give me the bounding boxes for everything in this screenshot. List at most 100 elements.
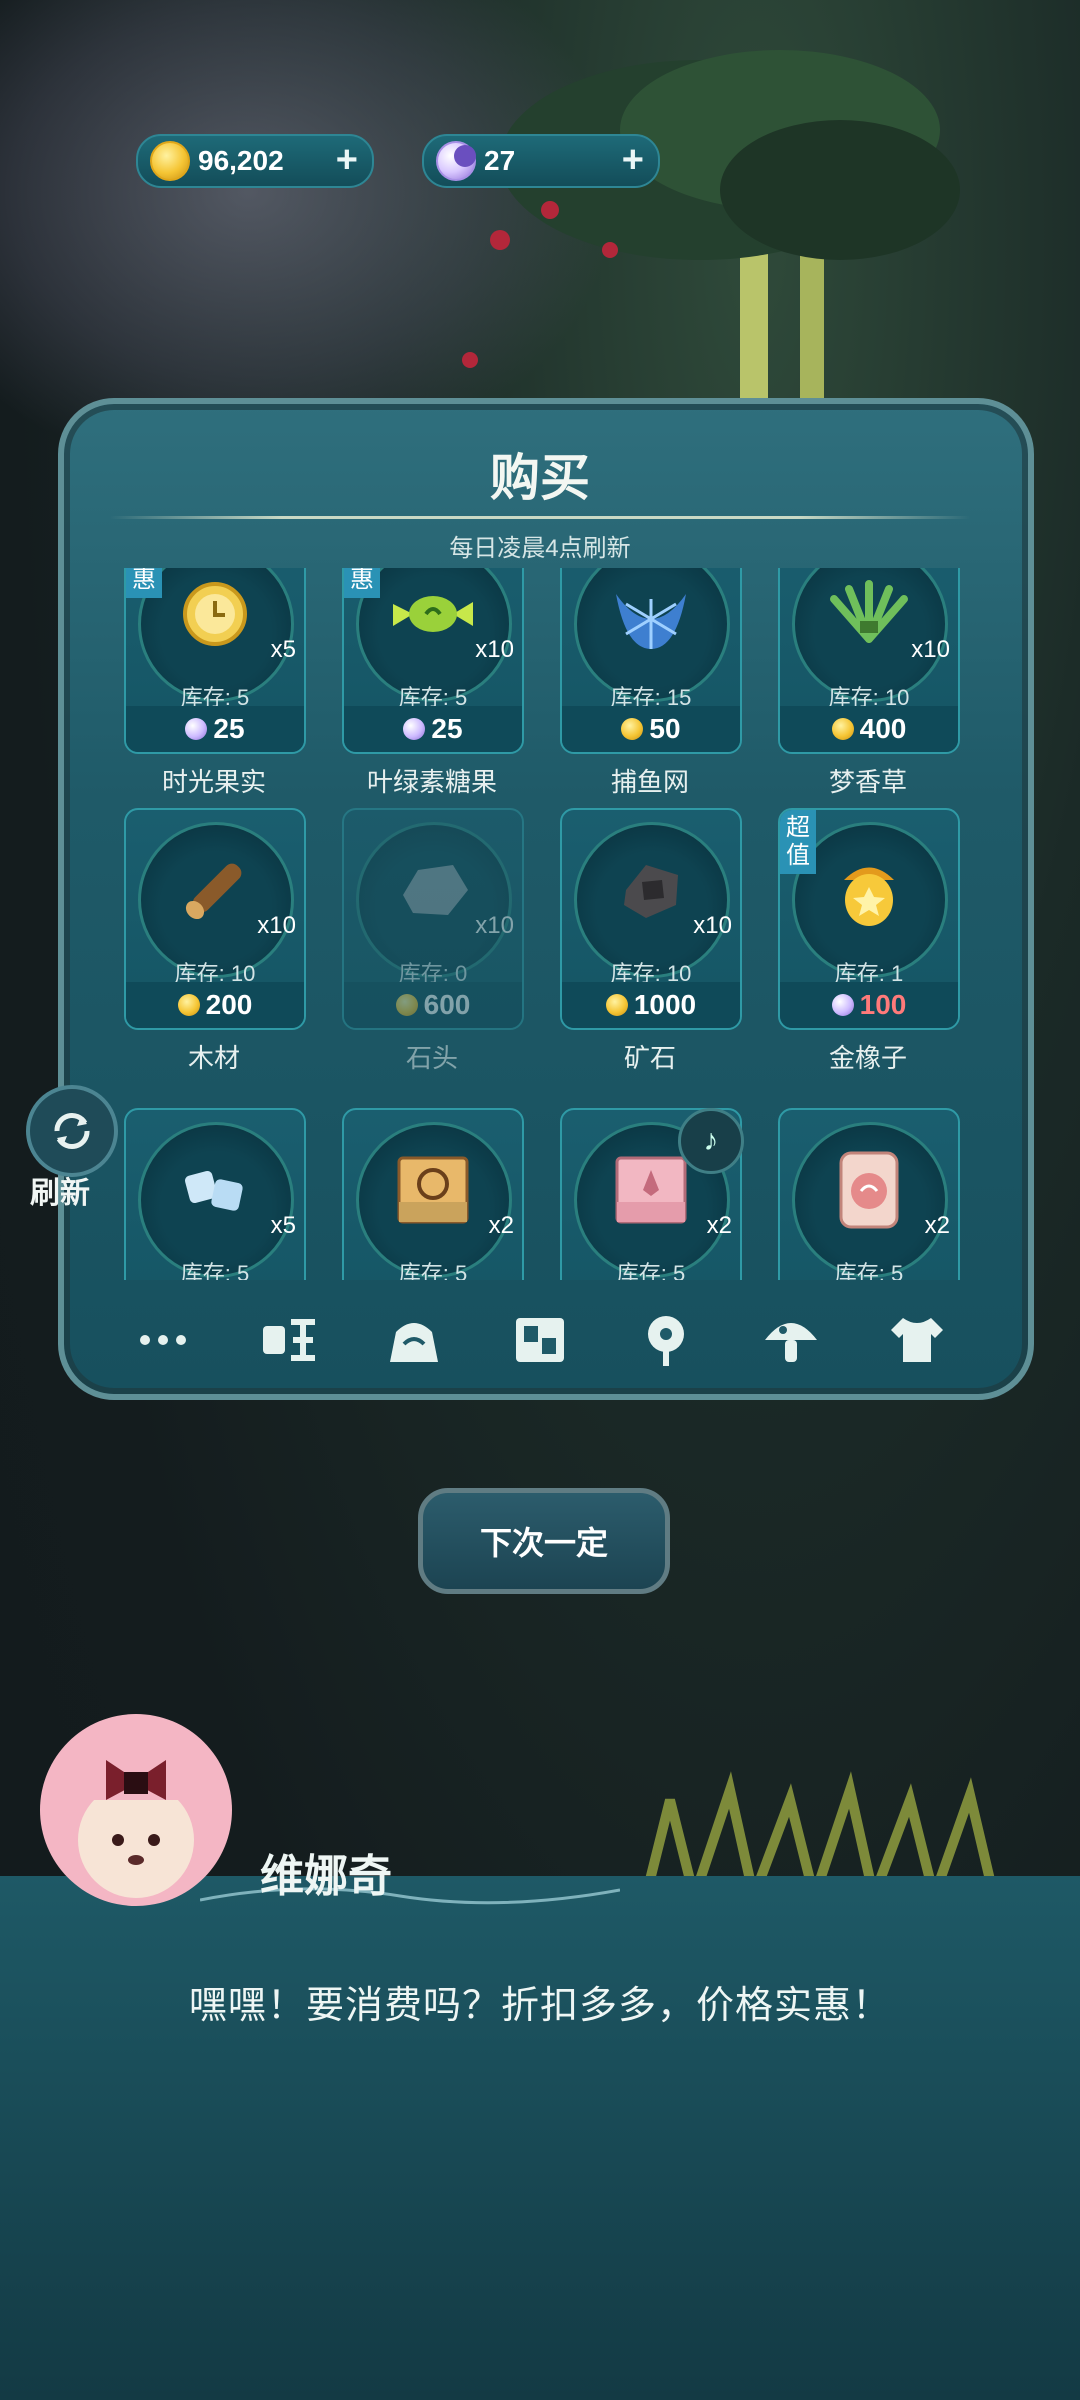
item-quantity: x10 bbox=[257, 912, 296, 939]
gold-coin-icon bbox=[395, 994, 418, 1016]
moon-gem-icon bbox=[831, 994, 854, 1016]
item-name: 叶绿素糖果 bbox=[366, 767, 497, 797]
gold-coin-icon bbox=[150, 141, 190, 181]
clothes-icon bbox=[891, 1318, 944, 1362]
tab-bag[interactable] bbox=[379, 1310, 449, 1370]
item-quantity: x10 bbox=[475, 636, 514, 663]
item-price: 50 bbox=[649, 713, 681, 744]
item-price: 400 bbox=[859, 713, 907, 744]
clock-fruit-icon bbox=[183, 582, 247, 646]
herb-bundle-icon bbox=[830, 580, 908, 643]
moon-gem-icon bbox=[436, 141, 476, 181]
ice-cube-icon bbox=[184, 1170, 243, 1211]
wood-log-icon bbox=[185, 863, 242, 920]
next-time-button[interactable]: 下次一定 bbox=[418, 1488, 670, 1594]
item-price: 25 bbox=[431, 713, 463, 744]
seed-pouch-icon bbox=[839, 1151, 899, 1229]
shop-item-seed-pouch[interactable]: x2 库存: 5 bbox=[778, 1108, 960, 1280]
item-name: 矿石 bbox=[623, 1043, 676, 1073]
shop-item-wood[interactable]: x10 库存: 10 200 木材 bbox=[124, 808, 306, 1075]
item-name: 时光果实 bbox=[161, 767, 266, 797]
background-tree bbox=[462, 50, 960, 420]
item-price: 200 bbox=[205, 989, 253, 1020]
dialog-box[interactable] bbox=[0, 1876, 1080, 2400]
item-quantity: x5 bbox=[270, 1212, 296, 1239]
fishing-net-icon bbox=[616, 594, 686, 649]
pink-seed-pack-icon bbox=[615, 1156, 687, 1224]
flower-icon bbox=[647, 1316, 684, 1366]
grass-decoration bbox=[645, 1771, 995, 1880]
moon-gem-counter[interactable]: 27 + bbox=[422, 134, 660, 188]
tab-mushroom[interactable] bbox=[756, 1310, 826, 1370]
gold-coin-icon bbox=[621, 718, 644, 740]
moon-gem-amount: 27 bbox=[484, 145, 516, 176]
gold-coin-icon bbox=[831, 718, 854, 740]
item-quantity: x2 bbox=[706, 1212, 732, 1239]
title-divider bbox=[110, 516, 970, 519]
category-tab-bar bbox=[100, 1290, 980, 1390]
moon-gem-icon bbox=[185, 718, 208, 740]
item-stock: 库存: 5 bbox=[398, 1261, 468, 1280]
tab-clothes[interactable] bbox=[882, 1310, 952, 1370]
item-quantity: x2 bbox=[924, 1212, 950, 1239]
item-price: 600 bbox=[423, 989, 471, 1020]
refresh-info: 每日凌晨4点刷新 bbox=[449, 535, 631, 562]
add-gold-coin-icon[interactable]: + bbox=[336, 140, 358, 180]
music-note-icon: ♪ bbox=[678, 1108, 744, 1174]
item-price: 100 bbox=[859, 989, 907, 1020]
item-quantity: x10 bbox=[693, 912, 732, 939]
gold-coin-amount: 96,202 bbox=[198, 145, 284, 176]
item-name: 木材 bbox=[187, 1043, 240, 1073]
shop-item-dream-grass[interactable]: x10 库存: 10 400 梦香草 bbox=[778, 568, 960, 799]
shop-item-ice-cubes[interactable]: x5 库存: 5 bbox=[124, 1108, 306, 1280]
special-offer-badge: 特惠 bbox=[126, 568, 162, 598]
mushroom-icon bbox=[765, 1323, 818, 1362]
dialog-text: 嘿嘿！要消费吗？折扣多多，价格实惠！ bbox=[188, 1985, 891, 2027]
item-stock: 库存: 5 bbox=[180, 1261, 250, 1280]
item-name: 梦香草 bbox=[828, 767, 907, 797]
shop-item-golden-acorn[interactable]: 超值 库存: 1 100 金橡子 bbox=[778, 808, 960, 1075]
more-dots-icon bbox=[139, 1335, 186, 1345]
item-grid[interactable]: 特惠 x5 库存: 5 25 时光果实 特惠 x10 库存: 5 25 叶绿素糖… bbox=[100, 568, 980, 1280]
ore-icon bbox=[624, 865, 678, 918]
shop-item-ore[interactable]: x10 库存: 10 1000 矿石 bbox=[560, 808, 742, 1075]
food-icon bbox=[262, 1319, 315, 1361]
item-price: 25 bbox=[213, 713, 245, 744]
bag-icon bbox=[390, 1323, 439, 1362]
candy-icon bbox=[393, 596, 473, 632]
shop-item-fishing-net[interactable]: 库存: 15 50 捕鱼网 bbox=[560, 568, 742, 799]
item-stock: 库存: 5 bbox=[834, 1261, 904, 1280]
item-name: 金橡子 bbox=[828, 1043, 907, 1073]
refresh-button[interactable] bbox=[26, 1085, 118, 1177]
item-price: 1000 bbox=[633, 989, 697, 1020]
peach-seed-pack-icon bbox=[397, 1156, 469, 1224]
tab-furniture[interactable] bbox=[505, 1310, 575, 1370]
refresh-label: 刷新 bbox=[30, 1177, 90, 1210]
tab-more[interactable] bbox=[128, 1310, 198, 1370]
super-value-badge: 超值 bbox=[780, 810, 816, 874]
golden-acorn-icon bbox=[844, 867, 894, 926]
item-stock: 库存: 5 bbox=[616, 1261, 686, 1280]
shop-title: 购买 bbox=[490, 450, 590, 506]
stone-icon bbox=[403, 865, 468, 915]
shop-item-chlorophyll-candy[interactable]: 特惠 x10 库存: 5 25 叶绿素糖果 bbox=[342, 568, 524, 799]
item-name: 石头 bbox=[405, 1043, 458, 1073]
item-quantity: x10 bbox=[475, 912, 514, 939]
gold-coin-icon bbox=[605, 994, 628, 1016]
shop-item-time-fruit[interactable]: 特惠 x5 库存: 5 25 时光果实 bbox=[124, 568, 306, 799]
speaker-name: 维娜奇 bbox=[260, 1852, 392, 1901]
furniture-icon bbox=[515, 1318, 564, 1362]
item-quantity: x5 bbox=[270, 636, 296, 663]
shop-item-stone: x10 库存: 0 600 石头 bbox=[342, 808, 524, 1075]
tab-food[interactable] bbox=[254, 1310, 324, 1370]
item-name: 捕鱼网 bbox=[610, 767, 689, 797]
add-moon-gem-icon[interactable]: + bbox=[622, 140, 644, 180]
gold-coin-counter[interactable]: 96,202 + bbox=[136, 134, 374, 188]
item-quantity: x2 bbox=[488, 1212, 514, 1239]
shop-item-seed-pack-peach[interactable]: x2 库存: 5 bbox=[342, 1108, 524, 1280]
tab-flower[interactable] bbox=[631, 1310, 701, 1370]
item-quantity: x10 bbox=[911, 636, 950, 663]
moon-gem-icon bbox=[403, 718, 426, 740]
refresh-icon bbox=[54, 1112, 90, 1150]
special-offer-badge: 特惠 bbox=[344, 568, 380, 598]
